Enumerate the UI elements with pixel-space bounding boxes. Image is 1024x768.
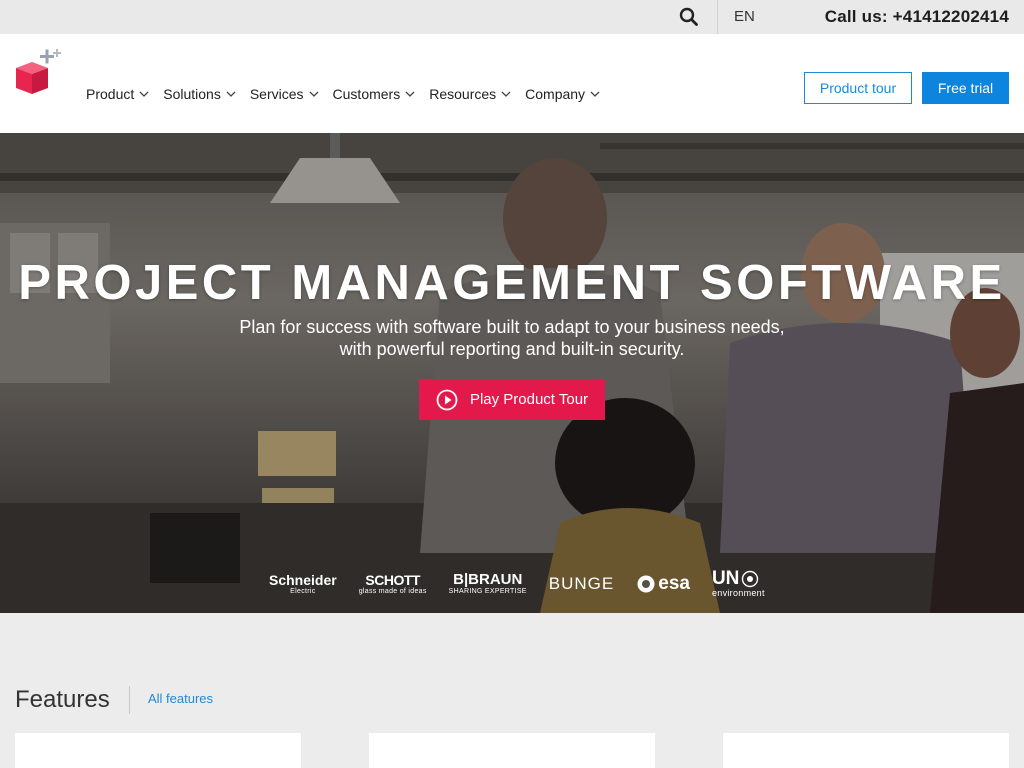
logo-cube-icon[interactable] bbox=[14, 48, 64, 98]
feature-card[interactable] bbox=[15, 733, 301, 768]
feature-card[interactable] bbox=[369, 733, 655, 768]
client-tagline: SHARING EXPERTISE bbox=[448, 588, 527, 595]
esa-mark-icon bbox=[637, 575, 655, 592]
hero-dark-overlay bbox=[0, 133, 1024, 613]
nav-item-solutions[interactable]: Solutions bbox=[163, 86, 236, 102]
chevron-down-icon bbox=[309, 91, 318, 97]
product-tour-button[interactable]: Product tour bbox=[804, 72, 912, 104]
nav-item-customers[interactable]: Customers bbox=[333, 86, 416, 102]
client-logo-schott: SCHOTT glass made of ideas bbox=[359, 573, 427, 595]
all-features-link[interactable]: All features bbox=[148, 691, 213, 706]
client-name: UN bbox=[711, 568, 740, 589]
call-us-phone[interactable]: Call us: +41412202414 bbox=[825, 7, 1009, 27]
hero-subtitle: Plan for success with software built to … bbox=[0, 316, 1024, 360]
client-logo-esa: esa bbox=[636, 574, 690, 594]
client-logo-bunge: BUNGE bbox=[549, 575, 614, 592]
free-trial-button[interactable]: Free trial bbox=[922, 72, 1009, 104]
client-name: esa bbox=[658, 573, 690, 594]
client-name: SCHOTT bbox=[365, 571, 420, 588]
topbar-divider bbox=[717, 0, 718, 38]
chevron-down-icon bbox=[226, 91, 236, 97]
client-logo-bbraun: B|BRAUN SHARING EXPERTISE bbox=[449, 572, 527, 595]
client-logos: Schneider Electric SCHOTT glass made of … bbox=[269, 569, 787, 598]
client-logo-un-environment: UN environment bbox=[712, 569, 765, 598]
utility-bar: EN Call us: +41412202414 bbox=[0, 0, 1024, 38]
client-name: B|BRAUN bbox=[453, 571, 523, 588]
play-product-tour-button[interactable]: Play Product Tour bbox=[419, 379, 605, 420]
un-globe-icon bbox=[742, 570, 759, 587]
client-name: BUNGE bbox=[548, 574, 615, 593]
language-selector[interactable]: EN bbox=[734, 8, 755, 25]
nav-item-company[interactable]: Company bbox=[525, 86, 600, 102]
nav-item-label: Services bbox=[249, 86, 304, 102]
primary-nav: Product Solutions Services Customers Res… bbox=[86, 86, 614, 102]
main-header: Product Solutions Services Customers Res… bbox=[0, 34, 1024, 133]
play-button-label: Play Product Tour bbox=[469, 391, 589, 408]
features-divider bbox=[129, 686, 130, 714]
hero-banner: PROJECT MANAGEMENT SOFTWARE Plan for suc… bbox=[0, 133, 1024, 613]
search-icon[interactable] bbox=[678, 6, 700, 28]
client-logo-schneider: Schneider Electric bbox=[269, 573, 337, 595]
client-tagline: glass made of ideas bbox=[358, 587, 427, 595]
feature-card[interactable] bbox=[723, 733, 1009, 768]
client-name: Schneider bbox=[269, 571, 337, 588]
features-heading: Features bbox=[15, 686, 110, 713]
nav-item-services[interactable]: Services bbox=[250, 86, 319, 102]
nav-item-label: Customers bbox=[332, 86, 401, 102]
nav-item-label: Resources bbox=[429, 86, 497, 102]
nav-item-label: Solutions bbox=[163, 86, 221, 102]
chevron-down-icon bbox=[405, 91, 415, 97]
chevron-down-icon bbox=[139, 91, 149, 97]
hero-subtitle-line: with powerful reporting and built-in sec… bbox=[339, 339, 685, 359]
play-circle-icon bbox=[436, 389, 458, 410]
nav-item-product[interactable]: Product bbox=[86, 86, 149, 102]
chevron-down-icon bbox=[590, 91, 600, 97]
client-tagline: environment bbox=[711, 588, 765, 598]
client-tagline: Electric bbox=[290, 587, 316, 595]
chevron-down-icon bbox=[501, 91, 511, 97]
nav-item-label: Company bbox=[525, 86, 586, 102]
hero-subtitle-line: Plan for success with software built to … bbox=[239, 317, 785, 337]
nav-item-resources[interactable]: Resources bbox=[429, 86, 511, 102]
hero-title: PROJECT MANAGEMENT SOFTWARE bbox=[18, 256, 1006, 310]
nav-item-label: Product bbox=[86, 86, 135, 102]
